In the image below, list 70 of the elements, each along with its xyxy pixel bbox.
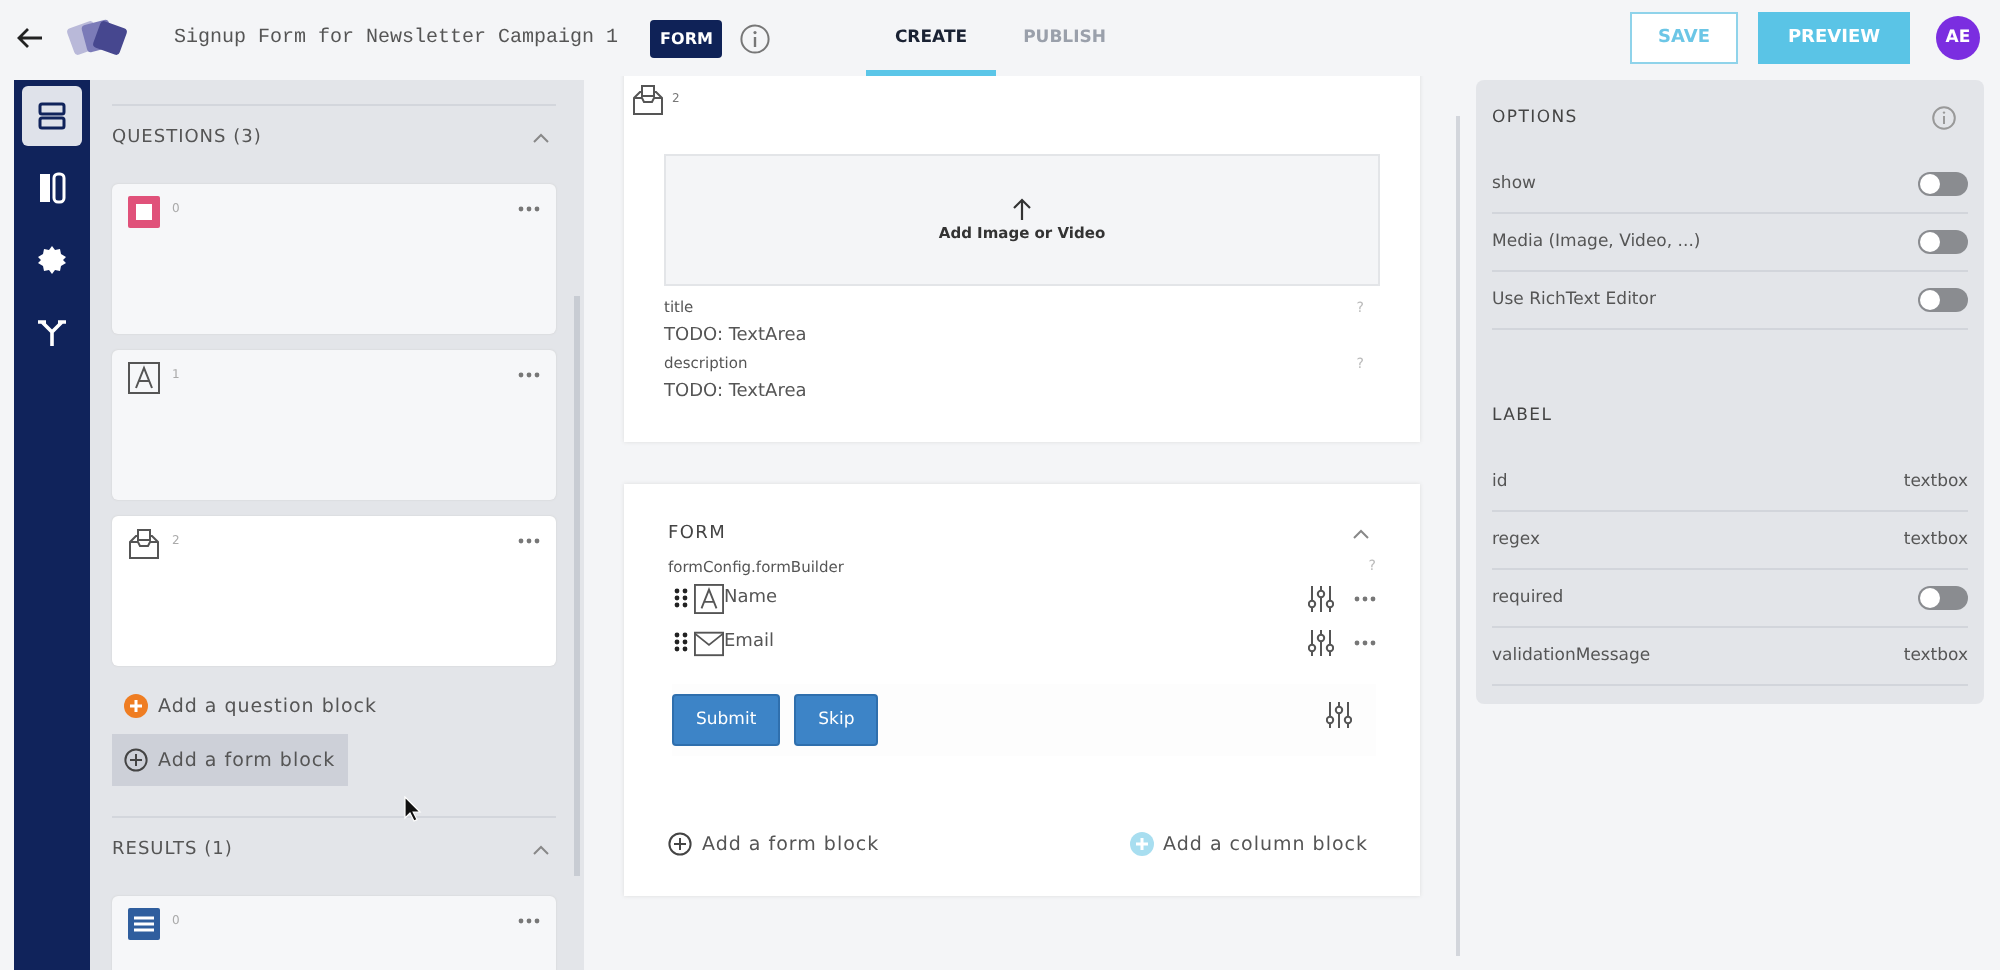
option-label: Media (Image, Video, ...) bbox=[1492, 232, 1701, 252]
option-label: Use RichText Editor bbox=[1492, 290, 1656, 310]
inbox-icon bbox=[128, 528, 160, 560]
square-icon bbox=[128, 196, 160, 228]
add-icon bbox=[124, 694, 148, 718]
list-icon bbox=[128, 908, 160, 940]
field-value: TODO: TextArea bbox=[664, 379, 809, 405]
option-label: validationMessage bbox=[1492, 646, 1651, 666]
save-button[interactable]: SAVE bbox=[1630, 12, 1738, 64]
more-icon[interactable] bbox=[518, 538, 540, 544]
add-question-link[interactable]: Add a question block bbox=[124, 694, 378, 718]
add-form-link[interactable]: Add a form block bbox=[668, 832, 880, 856]
more-icon[interactable] bbox=[518, 918, 540, 924]
blocks-icon bbox=[36, 100, 68, 132]
rail-item[interactable] bbox=[22, 86, 82, 146]
info-icon[interactable] bbox=[1932, 106, 1956, 130]
option-value: textbox bbox=[1903, 530, 1968, 550]
branch-icon bbox=[36, 316, 68, 348]
field-name: Email bbox=[724, 632, 776, 652]
form-button[interactable]: Skip bbox=[794, 694, 879, 746]
sliders-icon[interactable] bbox=[1308, 629, 1334, 655]
card-title: FORM bbox=[668, 524, 727, 544]
option-value: textbox bbox=[1903, 646, 1968, 666]
form-badge: FORM bbox=[650, 19, 723, 57]
scrollbar[interactable] bbox=[1456, 116, 1460, 956]
collapse-icon[interactable] bbox=[532, 132, 550, 144]
panel-title: OPTIONS bbox=[1492, 108, 1578, 128]
toggle-switch[interactable] bbox=[1918, 288, 1968, 312]
more-icon[interactable] bbox=[1354, 639, 1376, 645]
more-icon[interactable] bbox=[518, 372, 540, 378]
drag-handle-icon[interactable] bbox=[674, 632, 688, 652]
collapse-icon[interactable] bbox=[1352, 528, 1370, 540]
mouse-pointer-icon bbox=[404, 796, 422, 822]
toggle-switch[interactable] bbox=[1918, 172, 1968, 196]
add-form-button[interactable]: Add a form block bbox=[112, 734, 348, 786]
letter-a-icon bbox=[128, 362, 160, 394]
section-title: RESULTS (1) bbox=[112, 840, 233, 860]
section-title: QUESTIONS (3) bbox=[112, 128, 262, 148]
section-title: LABEL bbox=[1492, 404, 1555, 430]
tab[interactable]: PUBLISH bbox=[995, 6, 1134, 76]
toggle-switch[interactable] bbox=[1918, 230, 1968, 254]
add-icon bbox=[1129, 832, 1154, 856]
preview-button[interactable]: PREVIEW bbox=[1758, 12, 1910, 64]
option-label: show bbox=[1492, 174, 1536, 194]
more-icon[interactable] bbox=[1354, 595, 1376, 601]
letter-a-icon bbox=[694, 583, 724, 613]
envelope-icon bbox=[694, 627, 724, 657]
field-value: TODO: TextArea bbox=[664, 323, 809, 349]
add-column-link[interactable]: Add a column block bbox=[1129, 832, 1368, 856]
more-icon[interactable] bbox=[518, 206, 540, 212]
ruler-pencil-icon bbox=[36, 172, 68, 204]
back-arrow-icon[interactable] bbox=[16, 24, 44, 52]
user-avatar[interactable]: AE bbox=[1936, 16, 1980, 60]
field-name: Name bbox=[724, 588, 780, 608]
drag-handle-icon[interactable] bbox=[674, 588, 688, 608]
toggle-switch[interactable] bbox=[1918, 586, 1968, 610]
collapse-icon[interactable] bbox=[532, 844, 550, 856]
form-button[interactable]: Submit bbox=[672, 694, 781, 746]
form-title: Signup Form for Newsletter Campaign 1 bbox=[174, 27, 619, 49]
option-label: regex bbox=[1492, 530, 1541, 550]
inbox-icon bbox=[632, 84, 664, 116]
upload-arrow-icon bbox=[1012, 198, 1032, 220]
option-label: required bbox=[1492, 588, 1564, 608]
info-icon[interactable] bbox=[740, 23, 771, 53]
add-icon bbox=[124, 748, 148, 772]
sliders-icon[interactable] bbox=[1308, 585, 1334, 611]
option-label: id bbox=[1492, 472, 1508, 492]
option-value: textbox bbox=[1903, 472, 1968, 492]
add-icon bbox=[668, 832, 692, 856]
sliders-icon[interactable] bbox=[1326, 701, 1352, 727]
